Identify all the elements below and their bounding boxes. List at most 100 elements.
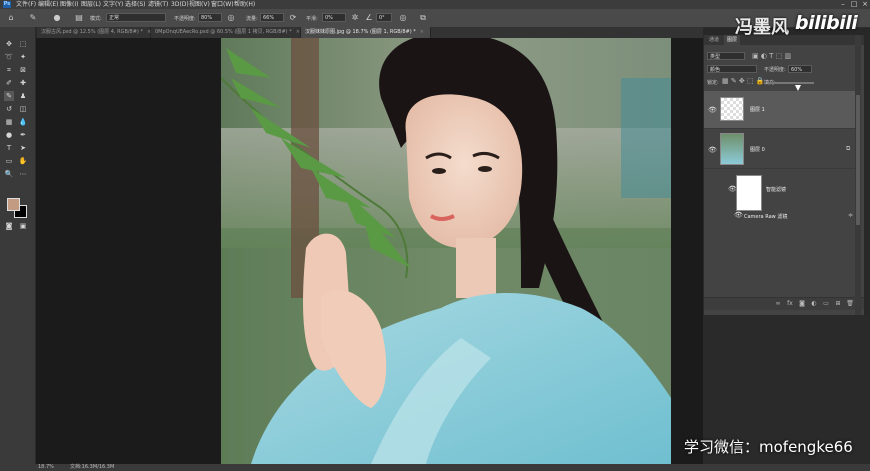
- tab-document-1[interactable]: 汉服古风.psd @ 12.5% (图层 4, RGB/8#) * ×: [37, 27, 151, 38]
- tab-channels[interactable]: 通道: [706, 35, 722, 45]
- opacity-input[interactable]: 80%: [198, 13, 222, 22]
- filter-options-icon[interactable]: ≑: [848, 212, 853, 219]
- blur-tool-icon[interactable]: 💧: [18, 117, 28, 127]
- smoothing-input[interactable]: 0%: [322, 13, 346, 22]
- menu-view[interactable]: 视图(V): [189, 0, 210, 9]
- quick-mask-icon[interactable]: ◙: [4, 221, 14, 231]
- marquee-tool-icon[interactable]: ⬚: [18, 39, 28, 49]
- hand-tool-icon[interactable]: ✋: [18, 156, 28, 166]
- close-tab-icon[interactable]: ×: [420, 29, 424, 35]
- close-tab-icon[interactable]: ×: [296, 29, 300, 35]
- lock-label: 锁定:: [707, 80, 719, 86]
- menu-filter[interactable]: 滤镜(T): [148, 0, 168, 9]
- pen-tool-icon[interactable]: ✒: [18, 130, 28, 140]
- panel-scrollbar[interactable]: [855, 35, 861, 315]
- menu-3d[interactable]: 3D(D): [171, 0, 189, 9]
- mode-select[interactable]: 正常: [106, 13, 166, 22]
- brush-settings-icon[interactable]: ▤: [74, 13, 84, 23]
- shape-tool-icon[interactable]: ▭: [4, 156, 14, 166]
- zoom-level[interactable]: 18.7%: [38, 464, 54, 471]
- mode-label: 模式:: [90, 16, 102, 22]
- smoothing-options-icon[interactable]: ✲: [350, 13, 360, 23]
- adjustment-layer-icon[interactable]: ◐: [810, 300, 818, 308]
- menu-file[interactable]: 文件(F): [16, 0, 36, 9]
- history-brush-icon[interactable]: ↺: [4, 104, 14, 114]
- zoom-tool-icon[interactable]: 🔍: [4, 169, 14, 179]
- stamp-tool-icon[interactable]: ♟: [18, 91, 28, 101]
- eye-icon[interactable]: 👁: [708, 146, 717, 154]
- portrait-image: [221, 38, 671, 464]
- opacity-slider[interactable]: [768, 82, 814, 84]
- move-tool-icon[interactable]: ✥: [4, 39, 14, 49]
- camera-raw-filter-name[interactable]: Camera Raw 滤镜: [744, 213, 787, 220]
- screen-mode-icon[interactable]: ▣: [18, 221, 28, 231]
- healing-tool-icon[interactable]: ✚: [18, 78, 28, 88]
- flow-label: 流量:: [246, 16, 258, 22]
- symmetry-icon[interactable]: ⧉: [418, 13, 428, 23]
- lasso-tool-icon[interactable]: ➰: [4, 52, 14, 62]
- eye-icon[interactable]: 👁: [708, 106, 717, 114]
- document-tabs: 汉服古风.psd @ 12.5% (图层 4, RGB/8#) * × 0MpOn…: [37, 27, 703, 38]
- eyedropper-tool-icon[interactable]: ✐: [4, 78, 14, 88]
- bilibili-logo: bilibili: [795, 12, 858, 34]
- airbrush-icon[interactable]: ⟳: [288, 13, 298, 23]
- layer-row-1[interactable]: 👁 图层 1: [704, 91, 856, 129]
- menu-type[interactable]: 文字(Y): [103, 0, 123, 9]
- tab-document-2[interactable]: 0MpOnqUEAecRo.psd @ 60.5% (图层 1 拷贝, RGB/…: [151, 27, 301, 38]
- foreground-color-swatch[interactable]: [7, 198, 20, 211]
- maximize-icon[interactable]: □: [849, 0, 859, 9]
- smart-filters-row[interactable]: 👁 智能滤镜 👁 Camera Raw 滤镜 ≑: [704, 173, 856, 220]
- dodge-tool-icon[interactable]: ●: [4, 130, 14, 140]
- path-select-tool-icon[interactable]: ➤: [18, 143, 28, 153]
- flow-input[interactable]: 66%: [260, 13, 284, 22]
- layer-name[interactable]: 图层 0: [750, 146, 765, 153]
- eye-icon[interactable]: 👁: [734, 211, 743, 219]
- menu-help[interactable]: 帮助(H): [234, 0, 255, 9]
- scrollbar-thumb[interactable]: [856, 95, 860, 225]
- tab-label: 汉服古风.psd @ 12.5% (图层 4, RGB/8#) *: [41, 29, 143, 35]
- tools-panel: ✥ ⬚ ➰ ✦ ⌗ ⊠ ✐ ✚ ✎ ♟ ↺ ◫ ▦ 💧 ● ✒ T ➤ ▭ ✋ …: [0, 27, 36, 464]
- layer-kind-filter[interactable]: 类型: [707, 52, 745, 60]
- layer-style-icon[interactable]: fx: [786, 300, 794, 308]
- quick-select-tool-icon[interactable]: ✦: [18, 52, 28, 62]
- smart-filter-name[interactable]: 智能滤镜: [766, 186, 786, 193]
- menu-select[interactable]: 选择(S): [125, 0, 146, 9]
- menu-layer[interactable]: 图层(L): [81, 0, 101, 9]
- brush-tool-icon[interactable]: ✎: [28, 13, 38, 23]
- canvas-area[interactable]: [36, 38, 703, 464]
- pressure-opacity-icon[interactable]: ◎: [226, 13, 236, 23]
- lock-icons[interactable]: ▦ ✎ ✥ ⬚ 🔒: [722, 77, 765, 85]
- smoothing-label: 平滑:: [306, 16, 318, 22]
- link-layers-icon[interactable]: ∞: [774, 300, 782, 308]
- new-group-icon[interactable]: ▭: [822, 300, 830, 308]
- brush-tool-icon[interactable]: ✎: [4, 91, 14, 101]
- author-watermark: 冯墨风: [735, 17, 789, 38]
- home-icon[interactable]: ⌂: [6, 13, 16, 23]
- more-tools-icon[interactable]: ⋯: [18, 169, 28, 179]
- minimize-icon[interactable]: –: [838, 0, 848, 9]
- filter-mask-thumbnail: [736, 175, 762, 211]
- delete-layer-icon[interactable]: 🗑: [846, 300, 854, 308]
- add-mask-icon[interactable]: ◙: [798, 300, 806, 308]
- menu-edit[interactable]: 编辑(E): [38, 0, 58, 9]
- pressure-size-icon[interactable]: ◎: [398, 13, 408, 23]
- frame-tool-icon[interactable]: ⊠: [18, 65, 28, 75]
- menu-image[interactable]: 图像(I): [60, 0, 78, 9]
- crop-tool-icon[interactable]: ⌗: [4, 65, 14, 75]
- tab-document-3[interactable]: 汉服妹妹原图.jpg @ 18.7% (图层 1, RGB/8#) * ×: [301, 27, 431, 38]
- menu-window[interactable]: 窗口(W): [211, 0, 234, 9]
- layer-opacity-input[interactable]: 60%: [788, 65, 812, 73]
- brush-preset-icon[interactable]: ●: [52, 13, 62, 23]
- angle-input[interactable]: 0°: [376, 13, 392, 22]
- close-icon[interactable]: ×: [860, 0, 870, 9]
- gradient-tool-icon[interactable]: ▦: [4, 117, 14, 127]
- layer-row-0[interactable]: 👁 图层 0 ⧉: [704, 131, 856, 169]
- eraser-tool-icon[interactable]: ◫: [18, 104, 28, 114]
- filter-icons[interactable]: ▣ ◐ T ⬚ ▥: [752, 52, 791, 60]
- blend-mode-select[interactable]: 颜色: [707, 65, 757, 73]
- document-photo[interactable]: [221, 38, 671, 464]
- new-layer-icon[interactable]: ⊞: [834, 300, 842, 308]
- eye-icon[interactable]: 👁: [728, 185, 737, 193]
- type-tool-icon[interactable]: T: [4, 143, 14, 153]
- layer-name[interactable]: 图层 1: [750, 106, 765, 113]
